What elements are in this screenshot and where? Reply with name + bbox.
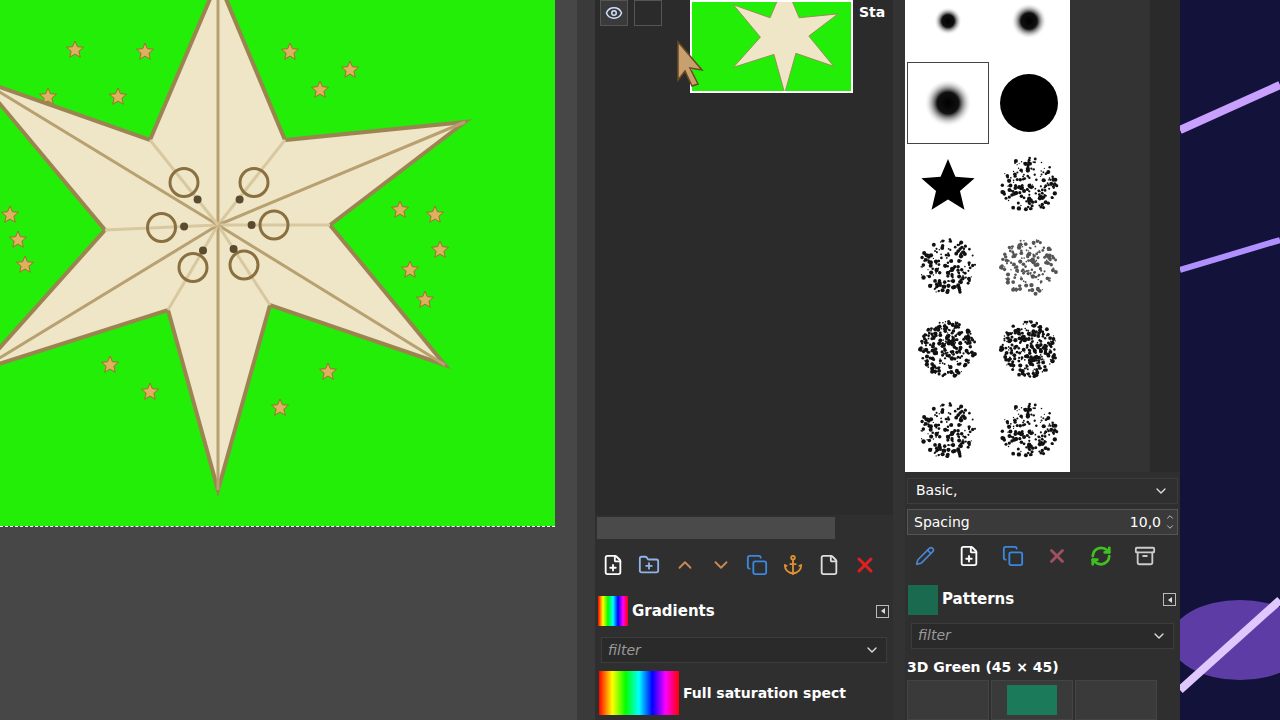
image-canvas[interactable]	[0, 0, 555, 527]
hard-brush-icon	[999, 73, 1059, 133]
layer-thumbnail	[690, 0, 853, 93]
delete-icon	[853, 553, 877, 577]
dock-separator[interactable]	[577, 0, 595, 720]
hand-cursor-icon	[676, 40, 708, 88]
folder-icon	[638, 554, 660, 576]
layer-list: Sta	[595, 0, 893, 515]
chain-toggle[interactable]	[634, 0, 662, 26]
visibility-toggle[interactable]	[600, 0, 628, 26]
raise-layer-button[interactable]	[669, 549, 701, 581]
brushes-button-bar	[905, 535, 1180, 576]
brush-cell[interactable]	[989, 226, 1071, 308]
texture-brush-icon	[999, 319, 1059, 379]
lower-layer-button[interactable]	[705, 549, 737, 581]
new-brush-button[interactable]	[953, 540, 985, 572]
filter-field[interactable]: filter	[911, 623, 1174, 649]
refresh-brushes-button[interactable]	[1085, 540, 1117, 572]
pattern-name: 3D Green (45 × 45)	[905, 649, 1180, 678]
gradient-item[interactable]: Full saturation spect	[595, 671, 893, 715]
brush-cell[interactable]	[907, 226, 989, 308]
texture-brush-icon	[918, 319, 978, 379]
brush-tag-dropdown[interactable]: Basic,	[907, 478, 1178, 504]
texture-brush-icon	[918, 237, 978, 297]
new-group-button[interactable]	[633, 549, 665, 581]
duplicate-icon	[1002, 545, 1024, 567]
dropdown-chevron-icon	[864, 642, 880, 658]
delete-icon	[1046, 545, 1068, 567]
brush-cell[interactable]	[907, 390, 989, 472]
pattern-cell[interactable]	[907, 680, 989, 720]
dock-separator[interactable]	[893, 0, 905, 720]
star-brush-icon	[918, 155, 978, 215]
spacing-spinscale[interactable]: Spacing10,0	[907, 509, 1178, 535]
texture-brush-icon	[999, 401, 1059, 461]
thumbnail-star-icon	[692, 2, 851, 91]
new-layer-button[interactable]	[597, 549, 629, 581]
brushes-panel: Basic, Spacing10,0 Patterns filter3D Green …	[905, 0, 1180, 720]
canvas-area	[0, 0, 555, 720]
dropdown-chevron-icon	[1153, 483, 1169, 499]
canvas-scrollbar[interactable]	[555, 0, 577, 720]
delete-layer-button[interactable]	[849, 549, 881, 581]
duplicate-brush-button[interactable]	[997, 540, 1029, 572]
refresh-icon	[1090, 545, 1112, 567]
tab-menu-icon[interactable]	[1163, 593, 1176, 606]
soft-brush-icon	[918, 0, 978, 51]
layers-panel: Sta Gradients filter Full saturation spect	[595, 0, 893, 720]
new-brush-icon	[958, 545, 980, 567]
brush-cell[interactable]	[907, 308, 989, 390]
tab-swatch-icon	[598, 596, 628, 626]
edit-brush-button[interactable]	[909, 540, 941, 572]
mask-icon	[818, 554, 840, 576]
gradient-preview-icon	[599, 671, 679, 715]
brush-cell[interactable]	[989, 144, 1071, 226]
tab-swatch-icon	[908, 585, 938, 615]
pattern-grid	[905, 678, 1180, 720]
dock-tab-header[interactable]: Patterns	[905, 584, 1180, 616]
layer-name[interactable]: Sta	[859, 0, 885, 23]
duplicate-layer-button[interactable]	[741, 549, 773, 581]
soft-brush-icon	[918, 73, 978, 133]
brush-cell[interactable]	[907, 62, 989, 144]
brush-cell[interactable]	[907, 144, 989, 226]
filter-field[interactable]: filter	[601, 637, 887, 663]
pencil-icon	[915, 546, 935, 566]
gimp-window: Sta Gradients filter Full saturation spect B…	[0, 0, 1280, 720]
brush-cell[interactable]	[989, 308, 1071, 390]
up-arrow-icon	[674, 554, 696, 576]
brush-grid	[905, 0, 1070, 472]
brush-cell[interactable]	[989, 390, 1071, 472]
new-layer-icon	[602, 554, 624, 576]
duplicate-icon	[746, 554, 768, 576]
brush-scroll-area[interactable]	[1070, 0, 1150, 472]
texture-brush-icon	[918, 401, 978, 461]
texture-brush-icon	[999, 155, 1059, 215]
anchor-layer-button[interactable]	[777, 549, 809, 581]
brush-cell[interactable]	[989, 0, 1071, 62]
star-image-icon	[0, 0, 555, 527]
archive-icon	[1134, 545, 1156, 567]
layer-mask-button[interactable]	[813, 549, 845, 581]
dock-tab-header[interactable]: Gradients	[595, 595, 893, 627]
brush-cell[interactable]	[989, 62, 1071, 144]
brush-cell[interactable]	[907, 0, 989, 62]
layer-row[interactable]: Sta	[595, 0, 893, 93]
open-brush-button[interactable]	[1129, 540, 1161, 572]
down-arrow-icon	[710, 554, 732, 576]
desktop-wallpaper	[1180, 0, 1280, 720]
texture-brush-icon	[999, 237, 1059, 297]
layers-button-bar	[595, 541, 893, 589]
eye-icon	[605, 4, 623, 22]
tab-menu-icon[interactable]	[876, 605, 889, 618]
pattern-cell[interactable]	[991, 680, 1073, 720]
spin-arrows-icon[interactable]	[1165, 512, 1175, 532]
soft-brush-icon	[999, 0, 1059, 51]
delete-brush-button[interactable]	[1041, 540, 1073, 572]
layer-list-hscrollbar[interactable]	[595, 515, 893, 541]
pattern-cell[interactable]	[1075, 680, 1157, 720]
anchor-icon	[782, 554, 804, 576]
wallpaper-glow-icon	[1180, 0, 1280, 720]
dropdown-chevron-icon	[1151, 628, 1167, 644]
